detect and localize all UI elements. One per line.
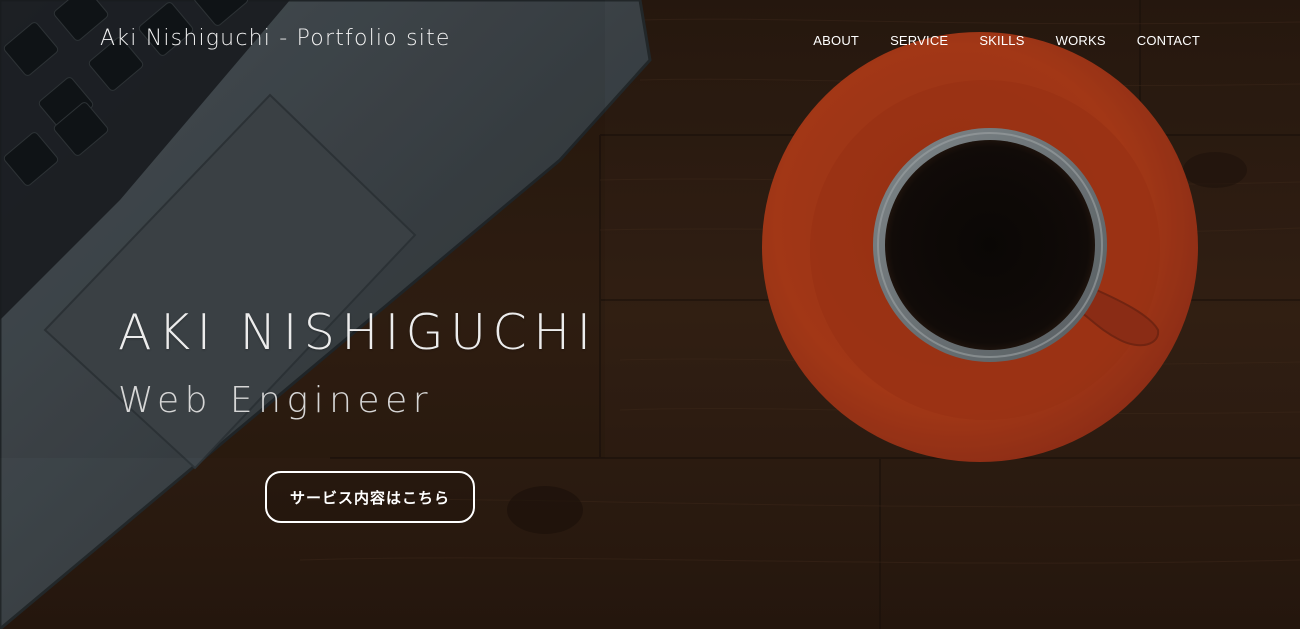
global-nav: ABOUT SERVICE SKILLS WORKS CONTACT	[813, 33, 1200, 48]
service-cta-button[interactable]: サービス内容はこちら	[265, 471, 475, 523]
hero-name: AKI NISHIGUCHI	[118, 304, 598, 361]
hero-section: Aki Nishiguchi - Portfolio site ABOUT SE…	[0, 0, 1300, 629]
nav-link-works[interactable]: WORKS	[1056, 33, 1106, 48]
site-title[interactable]: Aki Nishiguchi - Portfolio site	[100, 26, 451, 51]
nav-link-contact[interactable]: CONTACT	[1137, 33, 1200, 48]
hero-role: Web Engineer	[118, 380, 434, 421]
nav-link-skills[interactable]: SKILLS	[979, 33, 1024, 48]
nav-link-about[interactable]: ABOUT	[813, 33, 859, 48]
nav-link-service[interactable]: SERVICE	[890, 33, 948, 48]
